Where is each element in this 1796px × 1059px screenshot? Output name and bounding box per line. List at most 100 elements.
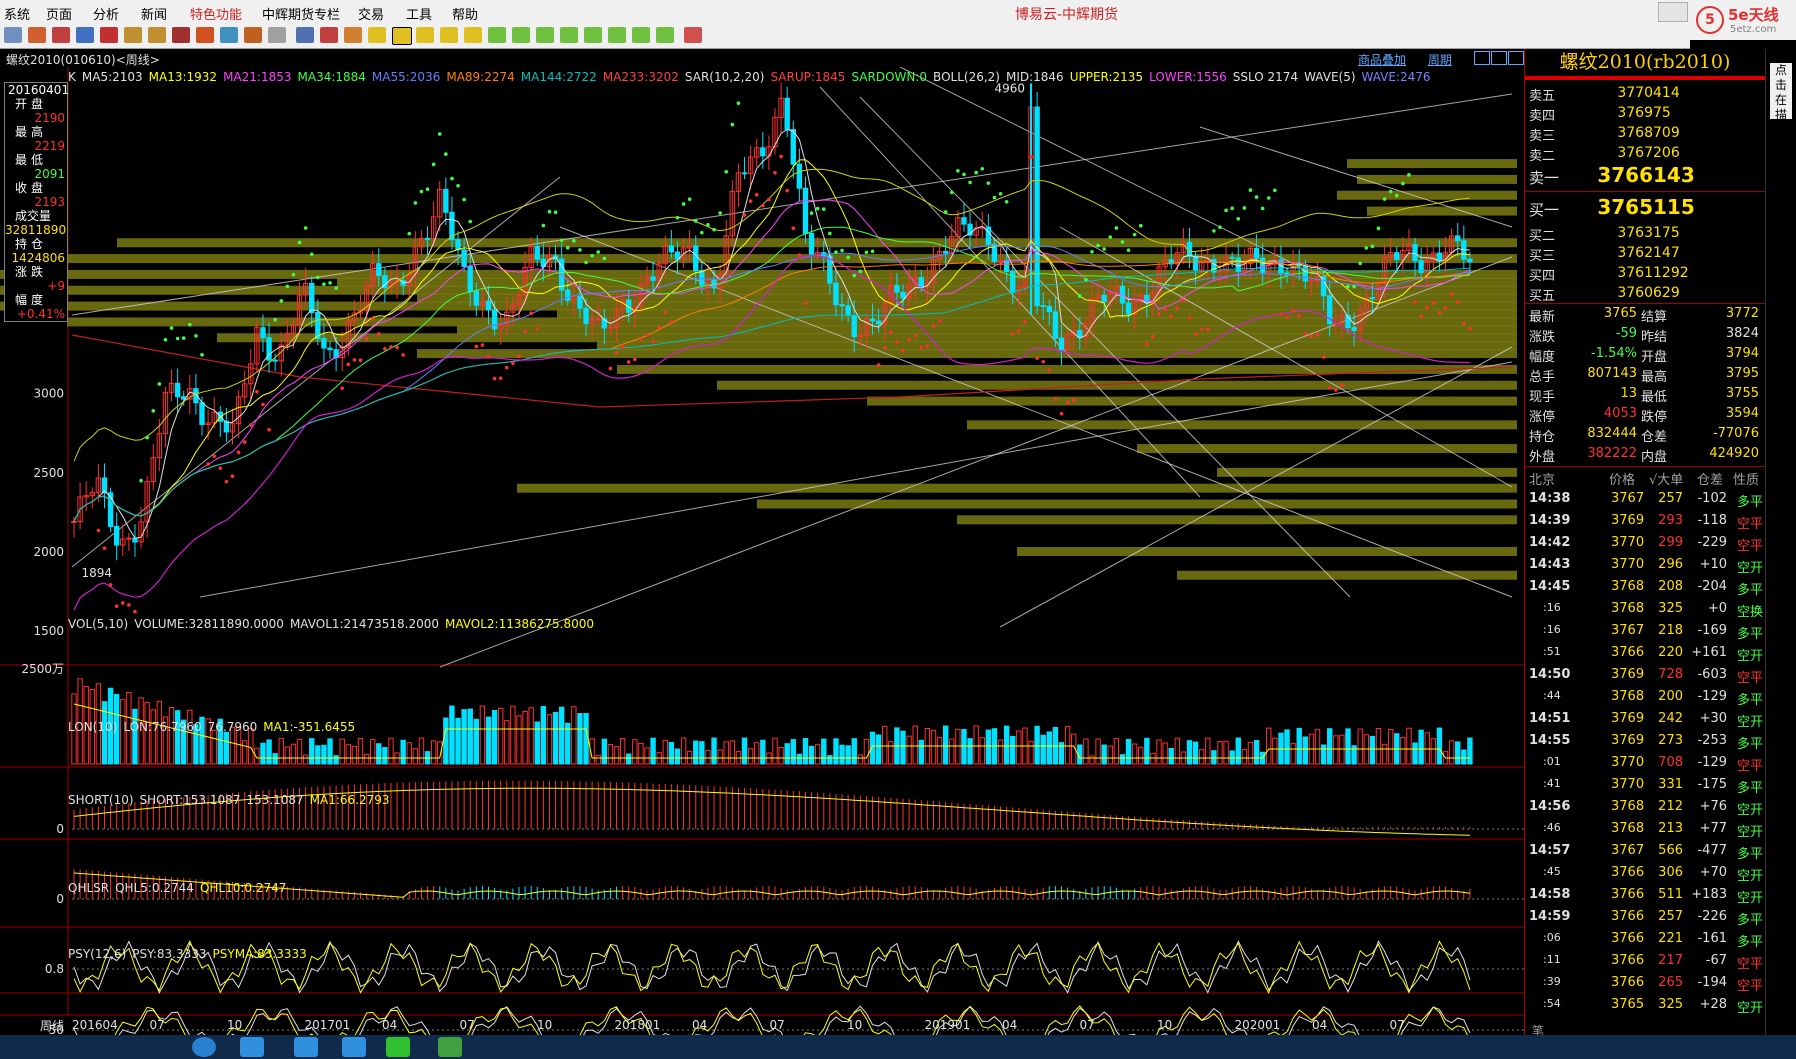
ask-row-4[interactable]: 卖四 3769 75 [1525, 103, 1765, 124]
tick-icon[interactable] [344, 27, 362, 43]
volume-bar [321, 744, 327, 765]
next-button[interactable] [1491, 51, 1507, 65]
bid-row-2[interactable]: 买二 3763 175 [1525, 223, 1765, 244]
menu-system[interactable]: 系统 [4, 4, 30, 23]
ask-row-3[interactable]: 卖三 3768 709 [1525, 123, 1765, 144]
bid-row-4[interactable]: 买四 3761 1292 [1525, 263, 1765, 284]
volume-bar [1327, 728, 1333, 765]
bid-row-1[interactable]: 买一 3765 115 [1525, 195, 1765, 221]
tick-header-price: 价格 [1609, 473, 1636, 488]
period-y-icon[interactable] [656, 27, 674, 43]
bid-row-3[interactable]: 买三 3762 147 [1525, 243, 1765, 264]
period-4h-icon[interactable] [632, 27, 650, 43]
ask-row-1[interactable]: 卖一 3766 143 [1525, 163, 1765, 189]
home-icon[interactable] [28, 27, 46, 43]
period-1m-icon[interactable] [488, 27, 506, 43]
app-icon-2[interactable] [294, 1037, 318, 1057]
ask-row-5[interactable]: 卖五 3770 414 [1525, 83, 1765, 104]
menu-broker-column[interactable]: 中辉期货专栏 [262, 4, 340, 23]
sar-dot [724, 169, 729, 174]
sar-dot [163, 337, 168, 342]
period-5m-icon[interactable] [512, 27, 530, 43]
period-year-icon[interactable] [464, 27, 482, 43]
menu-analysis[interactable]: 分析 [93, 4, 119, 23]
period-day-icon[interactable] [368, 27, 386, 43]
sheet-icon[interactable] [438, 1037, 462, 1057]
overlay-link[interactable]: 商品叠加 [1358, 53, 1406, 67]
candle-body [1351, 327, 1357, 332]
menu-trade[interactable]: 交易 [358, 4, 384, 23]
sar-dot [114, 604, 119, 608]
volume-bar [1430, 738, 1437, 765]
tick-price: 3766 [1611, 645, 1645, 660]
volume-bar [973, 725, 979, 765]
expand-button[interactable] [1508, 51, 1524, 65]
menu-tools[interactable]: 工具 [406, 4, 432, 23]
stat-value: 3824 [1725, 326, 1759, 341]
menu-help[interactable]: 帮助 [452, 4, 478, 23]
tick-time: :51 [1543, 645, 1561, 658]
quote-icon[interactable] [52, 27, 70, 43]
sar-dot [846, 255, 850, 260]
menu-special[interactable]: 特色功能 [190, 4, 242, 23]
side-strip: 点击在描 [1765, 49, 1796, 1035]
bid-row-5[interactable]: 买五 3760 629 [1525, 283, 1765, 304]
tick-time: :44 [1543, 689, 1561, 702]
f10-icon[interactable] [100, 27, 118, 43]
draw-icon[interactable] [196, 27, 214, 43]
period-month-icon[interactable] [416, 27, 434, 43]
pin-icon[interactable] [244, 27, 262, 43]
period-2h-icon[interactable] [608, 27, 626, 43]
ask-row-2[interactable]: 卖二 3767 206 [1525, 143, 1765, 164]
period-30m-icon[interactable] [560, 27, 578, 43]
app-icon-3[interactable] [342, 1037, 366, 1057]
main-item: SSLO 2174 [1232, 70, 1299, 84]
sar-dot [864, 250, 869, 255]
stat-value: 807143 [1587, 366, 1637, 381]
chat-icon[interactable] [386, 1037, 410, 1057]
zoom-in-icon[interactable] [124, 27, 142, 43]
zoom-out-icon[interactable] [148, 27, 166, 43]
tick-volume: 242 [1658, 711, 1683, 726]
volume-bar [1296, 727, 1302, 765]
volume-bar [1144, 737, 1150, 765]
period-week-icon[interactable] [392, 27, 412, 45]
chart-icon[interactable] [76, 27, 94, 43]
tick-nature: 多平 [1736, 913, 1763, 928]
back-icon[interactable] [4, 27, 22, 43]
sar-dot [1382, 197, 1387, 201]
period-link[interactable]: 周期 [1428, 53, 1452, 67]
volume-bar [363, 753, 370, 765]
candle-body [607, 326, 614, 329]
browser-icon[interactable] [192, 1037, 216, 1057]
tick-row: 14:45 3768 208 -204 多平 [1525, 579, 1765, 601]
menu-news[interactable]: 新闻 [141, 4, 167, 23]
sar-dot [486, 354, 491, 359]
tick-nature: 空开 [1736, 1001, 1763, 1016]
volume-bar [985, 729, 992, 765]
app-icon[interactable] [240, 1037, 264, 1057]
menu-page[interactable]: 页面 [46, 4, 72, 23]
volume-bar [1339, 734, 1345, 765]
prev-button[interactable] [1474, 51, 1490, 65]
tool-icon[interactable] [172, 27, 190, 43]
stat-value: 3594 [1725, 406, 1759, 421]
period-60m-icon[interactable] [584, 27, 602, 43]
tick-price: 3768 [1611, 821, 1645, 836]
side-tab[interactable]: 点击在描 [1770, 63, 1792, 122]
vol-item: VOL(5,10) [68, 617, 129, 631]
crosshair-icon[interactable] [268, 27, 286, 43]
sar-dot [1010, 331, 1015, 336]
period-season-icon[interactable] [440, 27, 458, 43]
minimize-button[interactable] [1658, 2, 1688, 22]
price-tick: 3000 [33, 387, 64, 401]
calendar-icon[interactable] [684, 27, 702, 43]
table-icon[interactable] [296, 27, 314, 43]
volume-bar [558, 706, 565, 765]
kline-icon[interactable] [320, 27, 338, 43]
volume-bar [1064, 726, 1071, 765]
tick-nature: 多平 [1736, 847, 1763, 862]
settings-icon[interactable] [220, 27, 238, 43]
sar-dot [870, 249, 875, 254]
period-15m-icon[interactable] [536, 27, 554, 43]
